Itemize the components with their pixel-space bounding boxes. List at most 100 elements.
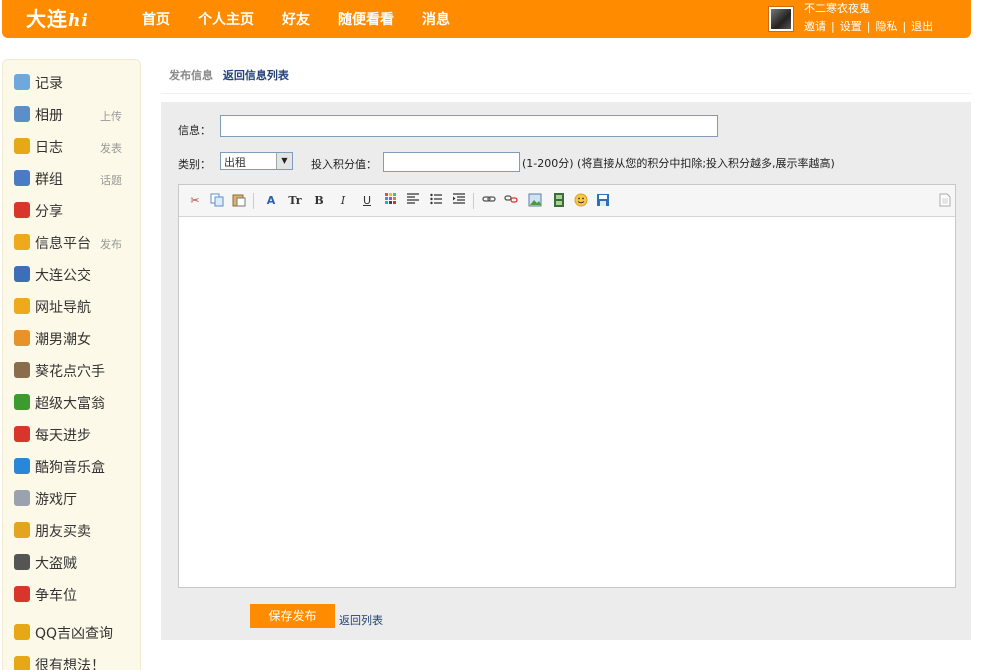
sidebar-item[interactable]: 信息平台 发布 bbox=[14, 232, 134, 252]
sidebar-item[interactable]: 争车位 bbox=[14, 584, 134, 604]
question-icon bbox=[14, 298, 30, 314]
unlink-icon[interactable] bbox=[503, 193, 519, 209]
logout-link[interactable]: 退出 bbox=[911, 20, 933, 33]
group-icon bbox=[14, 170, 30, 186]
sidebar-item-label: 记录 bbox=[35, 76, 63, 92]
sidebar-item[interactable]: 群组 话题 bbox=[14, 168, 134, 188]
save-disk-icon[interactable] bbox=[595, 193, 611, 209]
message-input[interactable] bbox=[220, 115, 718, 137]
source-code-icon[interactable] bbox=[937, 193, 953, 209]
paste-icon[interactable] bbox=[231, 193, 247, 209]
sidebar-item-label: 朋友买卖 bbox=[35, 524, 91, 540]
rich-text-editor: ✂ A Tr B I U bbox=[178, 184, 956, 588]
sidebar-item-label: 相册 bbox=[35, 108, 63, 124]
points-hint: (1-200分) (将直接从您的积分中扣除;投入积分越多,展示率越高) bbox=[522, 157, 835, 170]
cut-icon[interactable]: ✂ bbox=[187, 193, 203, 209]
sidebar-item-label: 群组 bbox=[35, 172, 63, 188]
sidebar-item[interactable]: 酷狗音乐盒 bbox=[14, 456, 134, 476]
sidebar-item-label: 超级大富翁 bbox=[35, 396, 105, 412]
sidebar-item-label: 大盗贼 bbox=[35, 556, 77, 572]
user-name[interactable]: 不二寒衣夜鬼 bbox=[804, 0, 870, 16]
sidebar-item[interactable]: 网址导航 bbox=[14, 296, 134, 316]
sidebar-item[interactable]: 葵花点穴手 bbox=[14, 360, 134, 380]
sidebar-item[interactable]: 相册 上传 bbox=[14, 104, 134, 124]
sidebar-item[interactable]: 朋友买卖 bbox=[14, 520, 134, 540]
italic-icon[interactable]: I bbox=[335, 193, 351, 209]
sidebar-item[interactable]: 日志 发表 bbox=[14, 136, 134, 156]
money-icon bbox=[14, 394, 30, 410]
nav-home[interactable]: 首页 bbox=[142, 9, 170, 29]
nav-friends[interactable]: 好友 bbox=[282, 9, 310, 29]
sidebar-item-label: QQ吉凶查询 bbox=[35, 626, 114, 642]
link-icon[interactable] bbox=[481, 193, 497, 209]
smile-icon bbox=[14, 656, 30, 670]
top-bar: 大连hi 首页 个人主页 好友 随便看看 消息 不二寒衣夜鬼 邀请 | 设置 | 隐私 |… bbox=[2, 0, 971, 38]
notebook-icon bbox=[14, 138, 30, 154]
coins-icon bbox=[14, 522, 30, 538]
sidebar-item[interactable]: 大盗贼 bbox=[14, 552, 134, 572]
underline-icon[interactable]: U bbox=[359, 193, 375, 209]
main-nav: 首页 个人主页 好友 随便看看 消息 bbox=[142, 9, 478, 29]
save-publish-button[interactable]: 保存发布 bbox=[250, 604, 335, 628]
sidebar-item-action[interactable]: 发表 bbox=[100, 140, 122, 156]
sidebar-item-label: 信息平台 bbox=[35, 236, 91, 252]
sidebar-item[interactable]: 每天进步 bbox=[14, 424, 134, 444]
speech-bubble-icon bbox=[14, 74, 30, 90]
color-grid-icon[interactable] bbox=[383, 193, 399, 209]
parking-icon bbox=[14, 586, 30, 602]
sidebar-item-action[interactable]: 发布 bbox=[100, 236, 122, 252]
category-label: 类别： bbox=[178, 158, 211, 171]
font-color-icon[interactable]: A bbox=[263, 193, 279, 209]
chevron-down-icon[interactable]: ▼ bbox=[276, 153, 292, 169]
editor-toolbar: ✂ A Tr B I U bbox=[179, 185, 955, 217]
sidebar-item-action[interactable]: 上传 bbox=[100, 108, 122, 124]
sidebar-item-label: 游戏厅 bbox=[35, 492, 77, 508]
sidebar-item[interactable]: QQ吉凶查询 bbox=[14, 622, 134, 642]
page-title: 发布信息 bbox=[169, 69, 213, 82]
points-input[interactable] bbox=[383, 152, 520, 172]
sidebar-item[interactable]: 大连公交 bbox=[14, 264, 134, 284]
sidebar-item-label: 争车位 bbox=[35, 588, 77, 604]
question-icon bbox=[14, 234, 30, 250]
user-links: 邀请 | 设置 | 隐私 | 退出 bbox=[804, 20, 934, 33]
sidebar-item-label: 酷狗音乐盒 bbox=[35, 460, 105, 476]
editor-content-area[interactable] bbox=[179, 218, 955, 587]
privacy-link[interactable]: 隐私 bbox=[875, 20, 897, 33]
heart-share-icon bbox=[14, 202, 30, 218]
sidebar-item[interactable]: 超级大富翁 bbox=[14, 392, 134, 412]
image-icon[interactable] bbox=[527, 193, 543, 209]
align-icon[interactable] bbox=[405, 193, 421, 209]
copy-icon[interactable] bbox=[209, 193, 225, 209]
category-select[interactable]: 出租 ▼ bbox=[220, 152, 293, 170]
avatar[interactable] bbox=[768, 6, 794, 32]
back-to-list-link[interactable]: 返回信息列表 bbox=[223, 69, 289, 82]
settings-link[interactable]: 设置 bbox=[840, 20, 862, 33]
list-icon[interactable] bbox=[428, 193, 444, 209]
sidebar-item[interactable]: 很有想法！ bbox=[14, 654, 134, 670]
bold-icon[interactable]: B bbox=[311, 193, 327, 209]
nav-browse[interactable]: 随便看看 bbox=[338, 9, 394, 29]
sidebar-item-action[interactable]: 话题 bbox=[100, 172, 122, 188]
invite-link[interactable]: 邀请 bbox=[804, 20, 826, 33]
nav-messages[interactable]: 消息 bbox=[422, 9, 450, 29]
font-size-icon[interactable]: Tr bbox=[287, 193, 303, 209]
media-icon[interactable] bbox=[551, 193, 567, 209]
breadcrumb: 发布信息 返回信息列表 bbox=[169, 67, 289, 83]
photo-icon bbox=[14, 106, 30, 122]
gamepad-icon bbox=[14, 490, 30, 506]
sidebar-item-label: 很有想法！ bbox=[35, 658, 105, 670]
message-label: 信息： bbox=[178, 124, 211, 137]
sidebar-item-label: 大连公交 bbox=[35, 268, 91, 284]
back-to-list-link-bottom[interactable]: 返回列表 bbox=[339, 612, 383, 628]
divider bbox=[161, 93, 971, 94]
nav-profile[interactable]: 个人主页 bbox=[198, 9, 254, 29]
sidebar-item[interactable]: 潮男潮女 bbox=[14, 328, 134, 348]
sidebar-item[interactable]: 分享 bbox=[14, 200, 134, 220]
emoticon-icon[interactable] bbox=[573, 193, 589, 209]
sidebar-item-label: 葵花点穴手 bbox=[35, 364, 105, 380]
site-logo[interactable]: 大连hi bbox=[26, 3, 89, 32]
people-icon bbox=[14, 330, 30, 346]
sidebar-item[interactable]: 记录 bbox=[14, 72, 134, 92]
indent-icon[interactable] bbox=[451, 193, 467, 209]
sidebar-item[interactable]: 游戏厅 bbox=[14, 488, 134, 508]
